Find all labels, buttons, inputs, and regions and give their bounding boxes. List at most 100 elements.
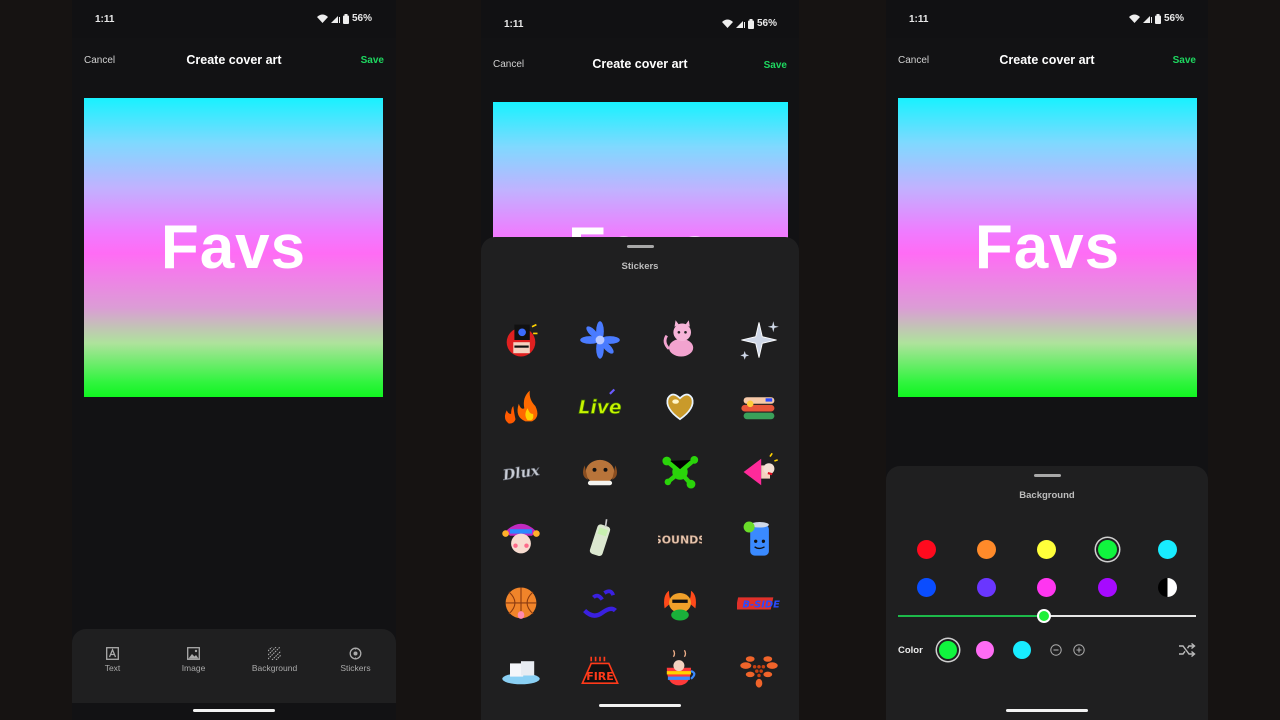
remove-color-icon[interactable] — [1050, 644, 1062, 656]
sticker-item[interactable] — [720, 637, 800, 703]
slider-thumb[interactable] — [1037, 609, 1052, 623]
home-indicator[interactable] — [1006, 709, 1088, 712]
sticker-item[interactable]: SOUNDS — [640, 505, 720, 571]
sticker-grid: Live Dlux SOUNDS B-SIDE FIRE — [481, 307, 799, 703]
sticker-item[interactable]: Dlux — [481, 439, 561, 505]
gradient-slider[interactable] — [898, 609, 1196, 623]
save-button[interactable]: Save — [764, 60, 787, 71]
save-button[interactable]: Save — [361, 55, 384, 66]
svg-text:B-SIDE: B-SIDE — [743, 599, 781, 610]
sticker-item[interactable] — [720, 307, 800, 373]
cancel-button[interactable]: Cancel — [898, 55, 929, 66]
swatch-yellow[interactable] — [1037, 539, 1057, 559]
pink-cat-sticker-icon — [663, 320, 693, 357]
sticker-item[interactable] — [640, 439, 720, 505]
save-button[interactable]: Save — [1173, 55, 1196, 66]
green-splat-sticker-icon — [662, 456, 698, 489]
toolbar-image-button[interactable]: Image — [153, 629, 234, 703]
flaming-bear-sticker-icon — [663, 590, 696, 621]
battery-percent: 56% — [756, 18, 777, 29]
sticker-item[interactable] — [481, 571, 561, 637]
cover-text[interactable]: Favs — [975, 212, 1120, 283]
status-bar: 1:11 56% — [886, 0, 1208, 38]
sticker-item[interactable] — [561, 307, 641, 373]
sticker-item[interactable] — [561, 571, 641, 637]
sticker-item[interactable]: FIRE — [561, 637, 641, 703]
sticker-item[interactable] — [561, 505, 641, 571]
fire-sticker-icon — [504, 390, 538, 424]
sugar-cubes-sticker-icon — [502, 661, 540, 685]
toolbar-stickers-label: Stickers — [340, 663, 371, 673]
sheet-title: Stickers — [621, 261, 659, 272]
sticker-item[interactable] — [720, 439, 800, 505]
sticker-item[interactable]: B-SIDE — [720, 571, 800, 637]
page-title: Create cover art — [186, 53, 282, 67]
sticker-item[interactable] — [481, 373, 561, 439]
sticker-icon — [349, 647, 362, 660]
cover-art-preview[interactable]: Favs — [84, 98, 383, 397]
editor-toolbar: Text Image Background Stickers — [72, 629, 396, 703]
blue-flower-sticker-icon — [580, 321, 621, 359]
home-indicator[interactable] — [599, 704, 681, 707]
gradient-stop-3[interactable] — [1012, 641, 1031, 659]
sticker-item[interactable] — [640, 637, 720, 703]
sticker-item[interactable] — [640, 571, 720, 637]
sheet-drag-handle[interactable] — [1034, 474, 1061, 477]
chrome-script-sticker-icon: Dlux — [500, 463, 541, 485]
gradient-stop-2[interactable] — [975, 641, 994, 659]
sticker-item[interactable] — [481, 307, 561, 373]
svg-text:FIRE: FIRE — [586, 670, 614, 683]
sticker-item[interactable] — [561, 439, 641, 505]
sticker-item[interactable] — [640, 373, 720, 439]
sticker-item[interactable] — [481, 637, 561, 703]
wifi-icon — [316, 14, 328, 23]
toolbar-text-label: Text — [104, 663, 121, 673]
cancel-button[interactable]: Cancel — [84, 55, 115, 66]
text-icon — [106, 647, 119, 660]
status-bar: 1:11 56% — [481, 0, 799, 38]
home-indicator[interactable] — [193, 709, 275, 712]
add-color-icon[interactable] — [1073, 644, 1085, 656]
blue-wave-sticker-icon — [583, 589, 618, 618]
shuffle-icon[interactable] — [1178, 643, 1196, 657]
cover-text[interactable]: Favs — [161, 212, 306, 283]
toolbar-background-button[interactable]: Background — [234, 629, 315, 703]
swatch-orange[interactable] — [977, 539, 997, 559]
sheet-drag-handle[interactable] — [627, 245, 654, 248]
svg-text:SOUNDS: SOUNDS — [658, 534, 702, 547]
soda-can-sticker-icon — [743, 521, 770, 556]
swatch-purple[interactable] — [1097, 577, 1117, 597]
swatch-indigo[interactable] — [977, 577, 997, 597]
image-icon — [187, 647, 200, 660]
battery-icon — [342, 13, 349, 24]
sticker-item[interactable] — [481, 505, 561, 571]
phone-screen-background: 1:11 56% Cancel Create cover art Save Fa… — [886, 0, 1208, 720]
swatch-red[interactable] — [916, 539, 936, 559]
battery-icon — [747, 18, 754, 29]
cover-art-preview[interactable]: Favs — [898, 98, 1197, 397]
toolbar-text-button[interactable]: Text — [72, 629, 153, 703]
status-time: 1:11 — [504, 19, 524, 30]
sticker-item[interactable] — [720, 373, 800, 439]
swatch-black-white[interactable] — [1158, 577, 1178, 597]
megaphone-sticker-icon — [743, 452, 779, 486]
svg-text:Live: Live — [579, 398, 622, 419]
battery-percent: 56% — [1163, 13, 1184, 24]
gradient-stop-1[interactable] — [938, 641, 957, 659]
toolbar-stickers-button[interactable]: Stickers — [315, 629, 396, 703]
swatch-green[interactable] — [1097, 539, 1117, 559]
signal-icon — [1142, 16, 1152, 23]
sticker-item[interactable]: Live — [561, 373, 641, 439]
sticker-item[interactable] — [640, 307, 720, 373]
status-time: 1:11 — [909, 14, 929, 25]
cancel-button[interactable]: Cancel — [493, 59, 524, 70]
status-time: 1:11 — [95, 14, 115, 25]
gradient-color-row: Color — [898, 639, 1196, 661]
sticker-item[interactable] — [720, 505, 800, 571]
toolbar-image-label: Image — [181, 663, 206, 673]
swatch-cyan[interactable] — [1158, 539, 1178, 559]
swatch-magenta[interactable] — [1037, 577, 1057, 597]
signal-icon — [735, 21, 745, 28]
top-bar: Cancel Create cover art Save — [886, 50, 1208, 90]
swatch-blue[interactable] — [916, 577, 936, 597]
